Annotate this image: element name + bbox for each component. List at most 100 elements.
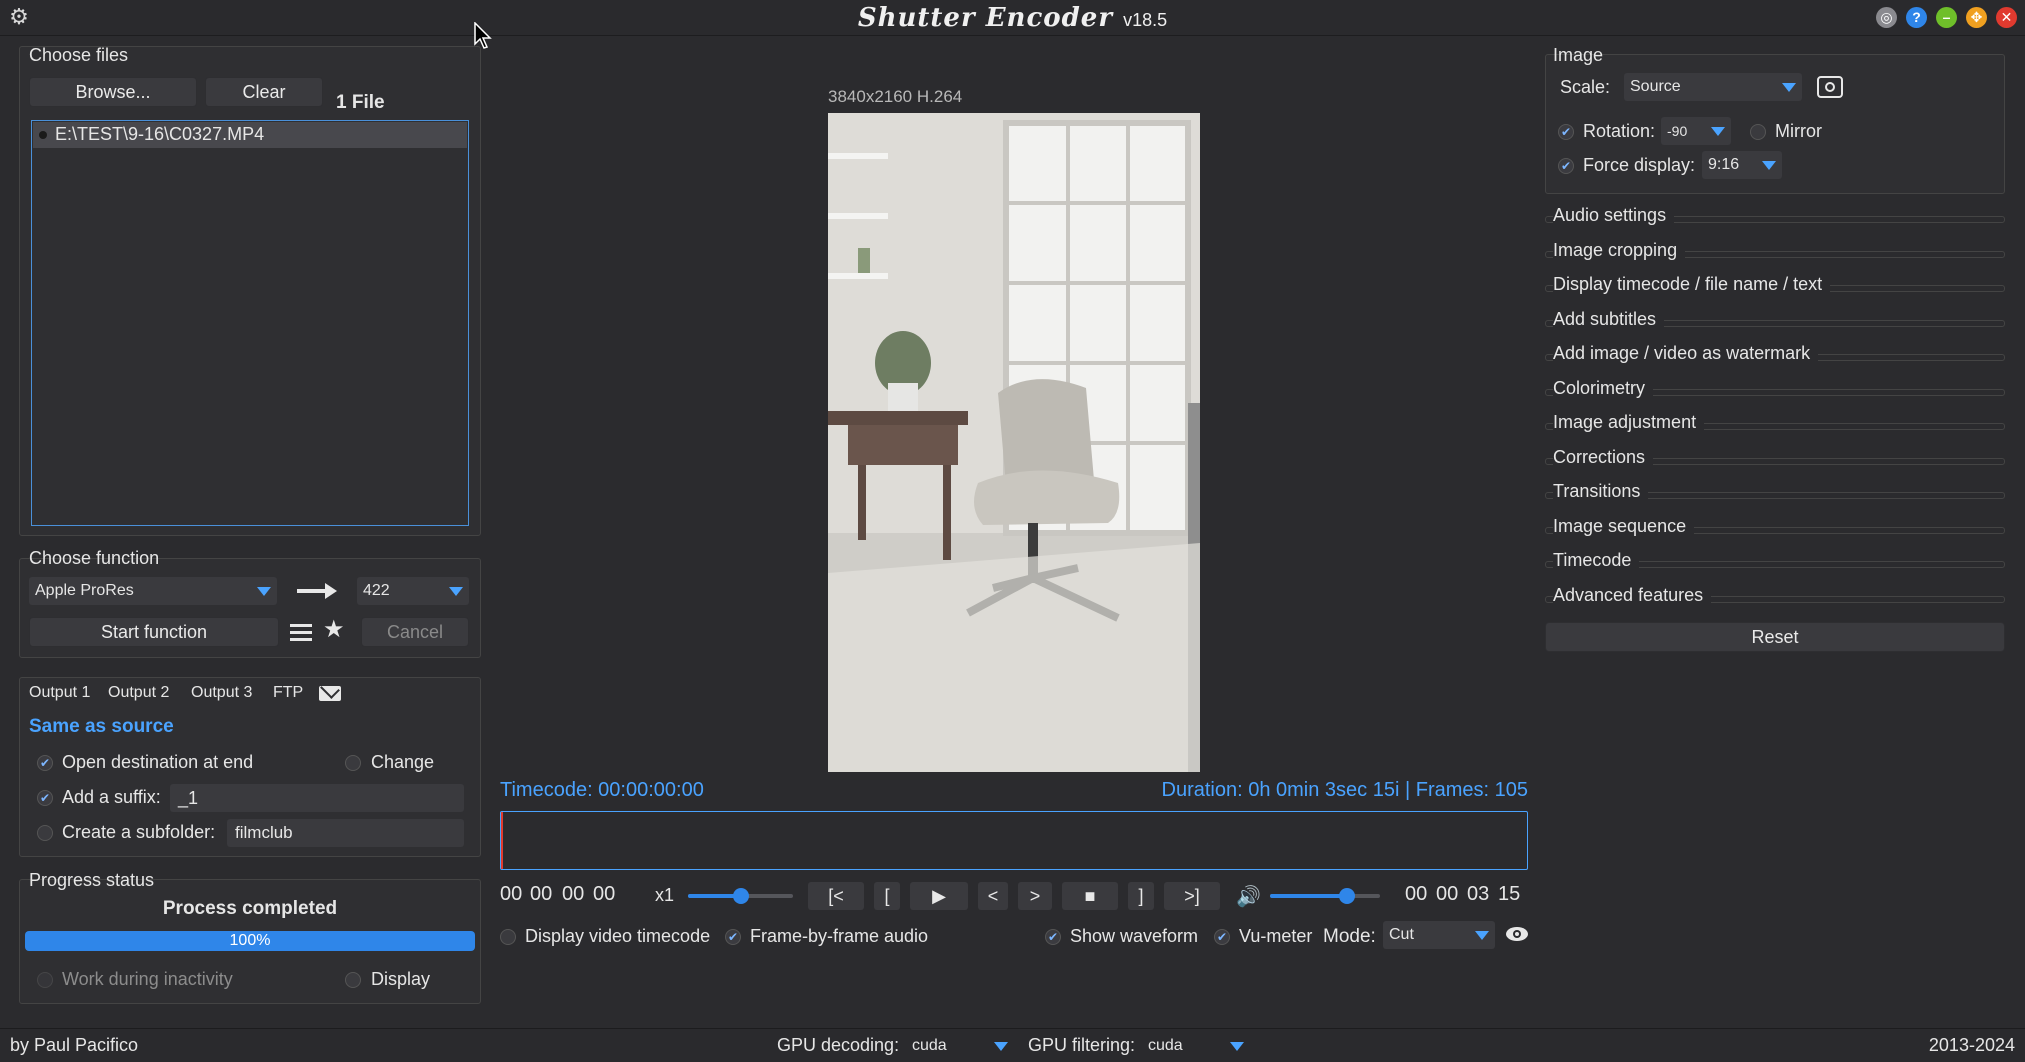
- start-function-button[interactable]: Start function: [29, 617, 279, 647]
- gpu-decoding-select[interactable]: cuda: [906, 1032, 1014, 1060]
- reset-button[interactable]: Reset: [1545, 622, 2005, 652]
- display-timecode-label: Display video timecode: [525, 926, 711, 946]
- globe-icon[interactable]: ◎: [1876, 7, 1897, 28]
- clear-button[interactable]: Clear: [205, 77, 323, 107]
- browse-button[interactable]: Browse...: [29, 77, 197, 107]
- vumeter-checkbox[interactable]: ✔: [1214, 929, 1230, 945]
- mark-out-button[interactable]: ]: [1128, 882, 1154, 910]
- section-display-timecode[interactable]: Display timecode / file name / text: [1545, 272, 2005, 302]
- tc-in-hours[interactable]: 00: [500, 883, 522, 906]
- force-display-select[interactable]: 9:16: [1702, 151, 1782, 179]
- section-advanced-features[interactable]: Advanced features: [1545, 583, 2005, 613]
- scale-select[interactable]: Source: [1624, 73, 1802, 101]
- open-destination-label: Open destination at end: [62, 752, 254, 772]
- section-transitions[interactable]: Transitions: [1545, 479, 2005, 509]
- mode-select[interactable]: Cut: [1383, 921, 1495, 949]
- suffix-input[interactable]: _1: [170, 784, 464, 812]
- display-timecode-checkbox[interactable]: [500, 929, 516, 945]
- mirror-checkbox[interactable]: [1750, 124, 1766, 140]
- tab-ftp[interactable]: FTP: [273, 684, 303, 702]
- section-image-sequence[interactable]: Image sequence: [1545, 514, 2005, 544]
- tc-out-hours[interactable]: 00: [1405, 883, 1427, 906]
- force-display-label: Force display:: [1583, 155, 1696, 175]
- function-select[interactable]: Apple ProRes: [29, 577, 277, 605]
- tc-out-minutes[interactable]: 00: [1436, 883, 1458, 906]
- tc-in-seconds[interactable]: 00: [562, 883, 584, 906]
- copyright-years: 2013-2024: [1928, 1035, 2015, 1055]
- preview-image: [828, 113, 1200, 772]
- tab-output-2[interactable]: Output 2: [108, 684, 169, 702]
- inactivity-label: Work during inactivity: [62, 969, 233, 989]
- close-icon[interactable]: ✕: [1996, 7, 2017, 28]
- playhead[interactable]: [501, 812, 503, 869]
- codec-select[interactable]: 422: [357, 577, 469, 605]
- image-title[interactable]: Image: [1553, 45, 1603, 66]
- section-timecode[interactable]: Timecode: [1545, 548, 2005, 578]
- speed-slider[interactable]: [688, 888, 793, 904]
- choose-files-title: Choose files: [29, 45, 129, 65]
- chevron-down-icon: [1762, 161, 1776, 170]
- section-image-adjustment[interactable]: Image adjustment: [1545, 410, 2005, 440]
- rotation-checkbox[interactable]: ✔: [1558, 124, 1574, 140]
- suffix-checkbox[interactable]: ✔: [37, 790, 53, 806]
- tc-in-minutes[interactable]: 00: [530, 883, 552, 906]
- list-item[interactable]: E:\TEST\9-16\C0327.MP4: [33, 122, 467, 148]
- subfolder-checkbox[interactable]: [37, 825, 53, 841]
- section-add-subtitles[interactable]: Add subtitles: [1545, 307, 2005, 337]
- gpu-filtering-label: GPU filtering:: [1028, 1035, 1136, 1055]
- stop-button[interactable]: ■: [1062, 882, 1118, 910]
- chevron-down-icon: [1782, 83, 1796, 92]
- section-watermark[interactable]: Add image / video as watermark: [1545, 341, 2005, 371]
- tc-in-frames[interactable]: 00: [593, 883, 615, 906]
- tc-out-seconds[interactable]: 03: [1467, 883, 1489, 906]
- speed-slider-knob[interactable]: [733, 888, 749, 904]
- mark-in-button[interactable]: [: [874, 882, 900, 910]
- waveform-checkbox[interactable]: ✔: [1045, 929, 1061, 945]
- go-start-button[interactable]: [<: [808, 882, 864, 910]
- prev-frame-button[interactable]: <: [978, 882, 1008, 910]
- list-icon[interactable]: [290, 622, 312, 642]
- inactivity-checkbox[interactable]: [37, 972, 53, 988]
- star-icon[interactable]: ★: [323, 616, 345, 644]
- go-end-button[interactable]: >]: [1164, 882, 1220, 910]
- maximize-icon[interactable]: ✥: [1966, 7, 1987, 28]
- subfolder-input[interactable]: filmclub: [227, 819, 464, 847]
- rotation-select[interactable]: -90: [1661, 117, 1731, 145]
- open-destination-checkbox[interactable]: ✔: [37, 755, 53, 771]
- volume-slider[interactable]: [1270, 888, 1380, 904]
- tc-out-frames[interactable]: 15: [1498, 883, 1520, 906]
- volume-slider-knob[interactable]: [1339, 888, 1355, 904]
- app-title: Shutter Encoder v18.5: [0, 3, 2025, 33]
- tab-output-3[interactable]: Output 3: [191, 684, 252, 702]
- timeline[interactable]: [500, 811, 1528, 870]
- play-button[interactable]: ▶: [910, 882, 968, 910]
- tab-output-1[interactable]: Output 1: [29, 684, 90, 702]
- gpu-filtering-value: cuda: [1148, 1037, 1183, 1054]
- force-display-checkbox[interactable]: ✔: [1558, 158, 1574, 174]
- change-checkbox[interactable]: [345, 755, 361, 771]
- minimize-icon[interactable]: –: [1936, 7, 1957, 28]
- next-frame-button[interactable]: >: [1018, 882, 1052, 910]
- author-label: by Paul Pacifico: [10, 1035, 139, 1055]
- section-corrections[interactable]: Corrections: [1545, 445, 2005, 475]
- section-audio-settings[interactable]: Audio settings: [1545, 203, 2005, 233]
- section-image-cropping[interactable]: Image cropping: [1545, 238, 2005, 268]
- video-preview[interactable]: [828, 113, 1200, 772]
- gpu-filtering-select[interactable]: cuda: [1142, 1032, 1250, 1060]
- progress-status: Process completed: [162, 898, 338, 919]
- destination-label[interactable]: Same as source: [29, 716, 174, 738]
- status-bar: by Paul Pacifico GPU decoding: cuda GPU …: [0, 1028, 2025, 1062]
- eye-icon[interactable]: [1505, 925, 1529, 943]
- file-list[interactable]: E:\TEST\9-16\C0327.MP4: [31, 120, 469, 526]
- mail-icon[interactable]: [319, 679, 341, 701]
- display-checkbox[interactable]: [345, 972, 361, 988]
- section-colorimetry[interactable]: Colorimetry: [1545, 376, 2005, 406]
- force-display-value: 9:16: [1708, 156, 1740, 173]
- gpu-decoding-value: cuda: [912, 1037, 947, 1054]
- display-label: Display: [371, 969, 431, 989]
- volume-icon[interactable]: 🔊: [1236, 884, 1261, 909]
- help-icon[interactable]: ?: [1906, 7, 1927, 28]
- camera-icon[interactable]: [1817, 76, 1843, 98]
- frame-audio-checkbox[interactable]: ✔: [725, 929, 741, 945]
- cancel-button[interactable]: Cancel: [361, 617, 469, 647]
